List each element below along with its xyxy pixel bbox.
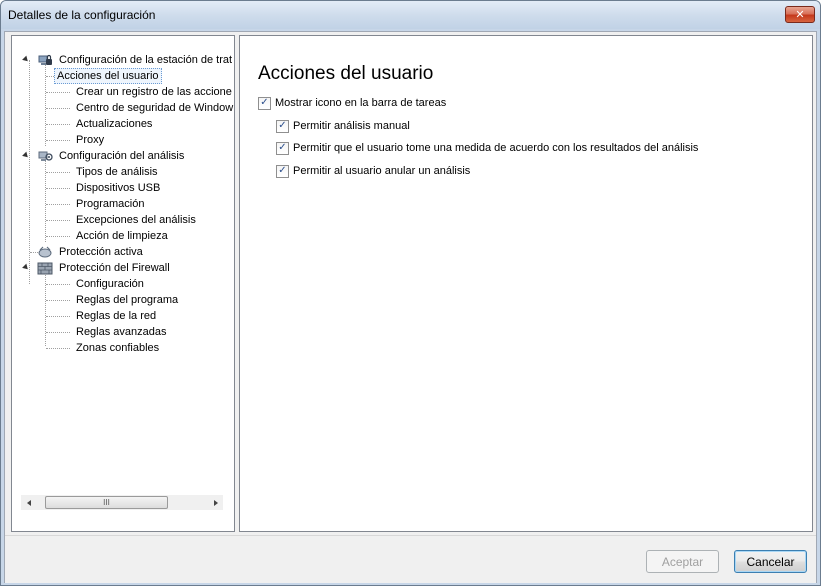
- checkbox[interactable]: ✓: [276, 141, 289, 155]
- tree-item-label: Excepciones del análisis: [76, 214, 196, 226]
- tree-item-label: Dispositivos USB: [76, 182, 161, 194]
- option-label: Permitir que el usuario tome una medida …: [293, 142, 699, 154]
- checkmark-icon: ✓: [260, 97, 269, 108]
- tree-item-label: Acción de limpieza: [76, 230, 168, 242]
- settings-dialog: Detalles de la configuración ✕ Configura…: [0, 0, 821, 586]
- tree-item-label: Programación: [76, 198, 145, 210]
- close-button[interactable]: ✕: [785, 6, 815, 23]
- tree-item-label: Reglas avanzadas: [76, 326, 167, 338]
- window-title: Detalles de la configuración: [8, 8, 156, 22]
- tree-group-firewall[interactable]: Protección del Firewall: [12, 260, 234, 276]
- dialog-footer: Aceptar Cancelar: [5, 535, 816, 583]
- option-mostrar-icono[interactable]: ✓ Mostrar icono en la barra de tareas: [258, 96, 446, 110]
- close-icon: ✕: [795, 8, 805, 21]
- grip-icon: III: [103, 497, 110, 507]
- scan-config-icon: [38, 151, 53, 161]
- tree-item-fw-configuracion[interactable]: Configuración: [12, 276, 234, 292]
- tree-item-limpieza[interactable]: Acción de limpieza: [12, 228, 234, 244]
- collapse-arrow-icon[interactable]: [22, 263, 30, 272]
- tree-item-acciones-usuario[interactable]: Acciones del usuario: [12, 68, 234, 84]
- tree-group-label: Configuración de la estación de trat: [59, 54, 233, 66]
- scroll-left-icon[interactable]: [21, 495, 36, 510]
- checkbox[interactable]: ✓: [258, 96, 271, 110]
- tree-item-reglas-programa[interactable]: Reglas del programa: [12, 292, 234, 308]
- tree-item-registro[interactable]: Crear un registro de las accione: [12, 84, 234, 100]
- dialog-body: Configuración de la estación de trat Acc…: [4, 31, 817, 583]
- tree-group-proteccion-activa[interactable]: Protección activa: [12, 244, 234, 260]
- tree-item-proxy[interactable]: Proxy: [12, 132, 234, 148]
- checkmark-icon: ✓: [278, 120, 287, 131]
- tree-item-reglas-avanzadas[interactable]: Reglas avanzadas: [12, 324, 234, 340]
- tree-item-label: Configuración: [76, 278, 144, 290]
- checkbox[interactable]: ✓: [276, 119, 289, 133]
- tree-item-actualizaciones[interactable]: Actualizaciones: [12, 116, 234, 132]
- title-bar: Detalles de la configuración ✕: [1, 1, 820, 29]
- tree-horizontal-scrollbar[interactable]: III: [21, 495, 223, 510]
- option-analisis-manual[interactable]: ✓ Permitir análisis manual: [276, 119, 410, 133]
- collapse-arrow-icon[interactable]: [22, 55, 30, 64]
- tree-group-label: Configuración del análisis: [59, 150, 185, 162]
- checkmark-icon: ✓: [278, 165, 287, 176]
- tree-item-label: Zonas confiables: [76, 342, 160, 354]
- tree-group-label: Protección activa: [59, 246, 143, 258]
- tree-item-zonas-confiables[interactable]: Zonas confiables: [12, 340, 234, 356]
- tree-item-label: Crear un registro de las accione: [76, 86, 232, 98]
- tree-item-label: Proxy: [76, 134, 105, 146]
- tree-item-usb[interactable]: Dispositivos USB: [12, 180, 234, 196]
- tree-item-label: Reglas de la red: [76, 310, 157, 322]
- tree-item-tipos-analisis[interactable]: Tipos de análisis: [12, 164, 234, 180]
- firewall-icon: [37, 262, 53, 275]
- tree-item-label: Tipos de análisis: [76, 166, 158, 178]
- settings-content: Acciones del usuario ✓ Mostrar icono en …: [239, 35, 813, 532]
- checkmark-icon: ✓: [278, 142, 287, 153]
- scroll-right-icon[interactable]: [208, 495, 223, 510]
- option-label: Permitir al usuario anular un análisis: [293, 165, 471, 177]
- checkbox[interactable]: ✓: [276, 164, 289, 178]
- active-protection-icon: [38, 246, 52, 258]
- settings-tree: Configuración de la estación de trat Acc…: [11, 35, 235, 532]
- tree-item-excepciones[interactable]: Excepciones del análisis: [12, 212, 234, 228]
- accept-button[interactable]: Aceptar: [646, 550, 719, 573]
- collapse-arrow-icon[interactable]: [22, 151, 30, 160]
- tree-item-reglas-red[interactable]: Reglas de la red: [12, 308, 234, 324]
- tree-group-analisis[interactable]: Configuración del análisis: [12, 148, 234, 164]
- page-title: Acciones del usuario: [258, 63, 434, 84]
- option-label: Mostrar icono en la barra de tareas: [275, 97, 447, 109]
- tree-item-centro-seguridad[interactable]: Centro de seguridad de Window: [12, 100, 234, 116]
- option-label: Permitir análisis manual: [293, 120, 410, 132]
- workstation-lock-icon: [38, 54, 52, 65]
- tree-group-workstation[interactable]: Configuración de la estación de trat: [12, 52, 234, 68]
- tree-group-label: Protección del Firewall: [59, 262, 170, 274]
- tree-item-label: Acciones del usuario: [54, 68, 162, 84]
- tree-item-label: Reglas del programa: [76, 294, 179, 306]
- scroll-thumb[interactable]: III: [45, 496, 168, 509]
- option-tomar-medida[interactable]: ✓ Permitir que el usuario tome una medid…: [276, 141, 698, 155]
- tree-item-label: Centro de seguridad de Window: [76, 102, 234, 114]
- tree-item-programacion[interactable]: Programación: [12, 196, 234, 212]
- tree-item-label: Actualizaciones: [76, 118, 153, 130]
- option-anular-analisis[interactable]: ✓ Permitir al usuario anular un análisis: [276, 164, 470, 178]
- cancel-button[interactable]: Cancelar: [734, 550, 807, 573]
